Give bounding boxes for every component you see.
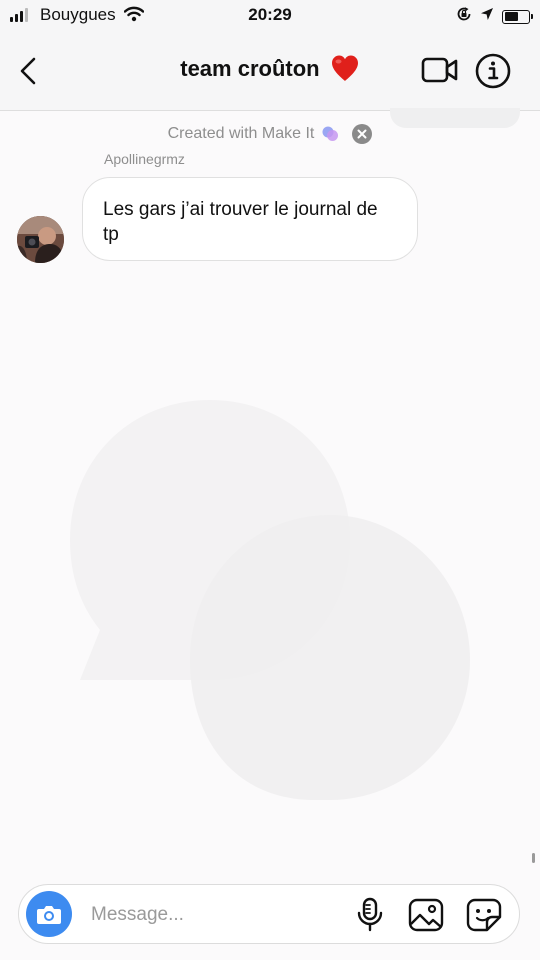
- avatar[interactable]: [17, 216, 64, 263]
- gallery-button[interactable]: [407, 897, 445, 933]
- message-input[interactable]: [89, 895, 343, 935]
- message-composer: [18, 884, 520, 944]
- status-bar: Bouygues 20:29: [0, 0, 540, 32]
- camera-icon: [37, 906, 61, 924]
- voice-message-button[interactable]: [355, 897, 385, 933]
- info-icon: [475, 53, 511, 89]
- video-call-button[interactable]: [420, 54, 460, 86]
- banner-text: Created with Make It: [167, 125, 315, 142]
- created-with-banner: Created with Make It: [0, 124, 540, 144]
- sticker-button[interactable]: [465, 897, 503, 933]
- location-icon: [480, 7, 494, 26]
- camera-button[interactable]: [26, 891, 72, 937]
- close-icon: [357, 129, 367, 139]
- battery-icon: [502, 9, 533, 24]
- microphone-icon: [357, 897, 383, 932]
- scroll-indicator: [532, 853, 535, 863]
- message-text: Les gars j’ai trouver le journal de tp: [103, 199, 378, 245]
- gallery-icon: [408, 898, 444, 932]
- orientation-lock-icon: [456, 6, 472, 27]
- message-sender: Apollinegrmz: [104, 151, 185, 167]
- chat-title: team croûton: [180, 56, 320, 81]
- banner-close-button[interactable]: [352, 124, 373, 144]
- message-bubble[interactable]: Les gars j’ai trouver le journal de tp: [82, 177, 418, 261]
- chat-bubbles-background-icon: [70, 400, 470, 800]
- info-button[interactable]: [474, 52, 512, 90]
- avatar-image: [17, 216, 64, 263]
- red-heart-icon: [331, 55, 358, 81]
- make-it-logo-icon: [322, 126, 339, 141]
- chat-header: team croûton: [0, 32, 540, 111]
- video-camera-icon: [421, 57, 458, 83]
- sticker-icon: [466, 898, 502, 932]
